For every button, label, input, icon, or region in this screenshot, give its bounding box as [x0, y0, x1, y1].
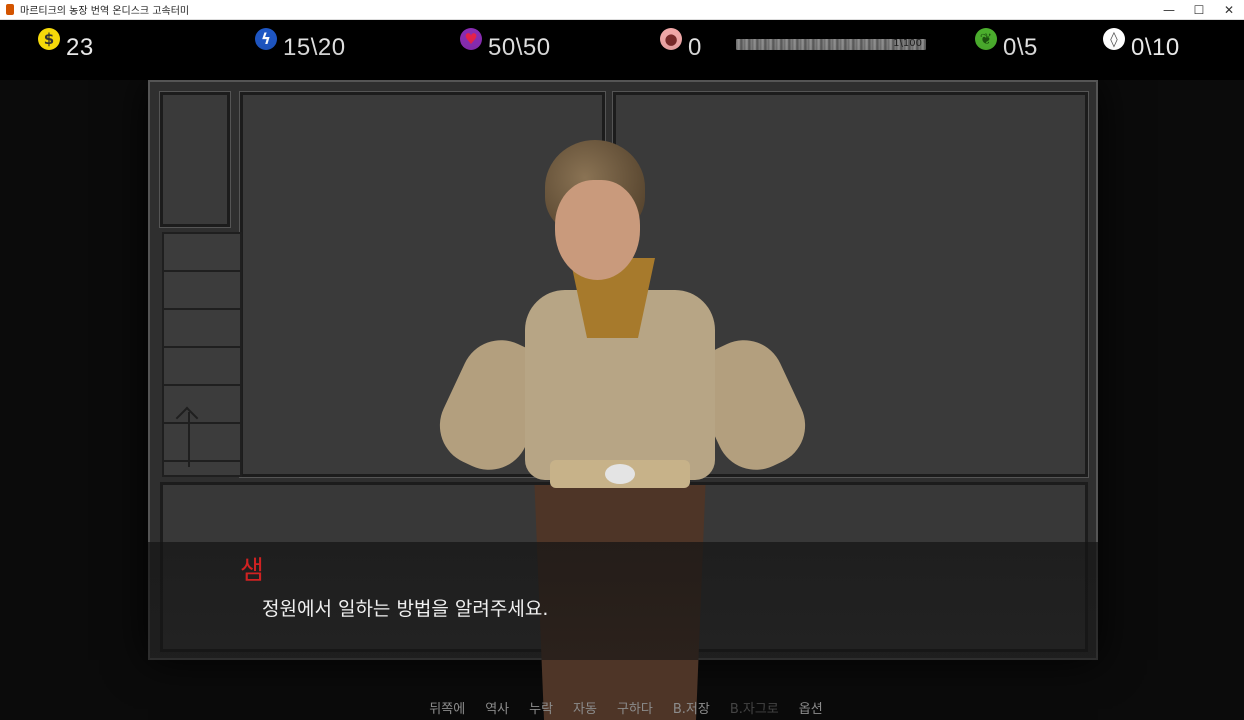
window-controls: — ☐ ✕ [1154, 0, 1244, 20]
seeds-stat: ❦ 0\5 [975, 28, 1038, 62]
xp-text: 1\100 [893, 38, 922, 49]
quick-load-button[interactable]: B.자그로 [730, 698, 779, 720]
minimize-button[interactable]: — [1154, 0, 1184, 20]
dialogue-text: 정원에서 일하는 방법을 알려주세요. [262, 598, 549, 620]
window-title: 마르티크의 농장 번역 온디스크 고속터미 [20, 6, 190, 17]
health-stat: ♥ 50\50 [460, 28, 551, 62]
options-button[interactable]: 옵션 [799, 698, 823, 720]
speaker-name: 샘 [240, 556, 264, 586]
lust-value: 0 [688, 34, 702, 61]
water-stat: ◊ 0\10 [1103, 28, 1180, 62]
health-value: 50\50 [488, 34, 551, 61]
window-titlebar: 마르티크의 농장 번역 온디스크 고속터미 — ☐ ✕ [0, 0, 1244, 20]
skip-button[interactable]: 누락 [529, 698, 553, 720]
staircase [162, 232, 242, 477]
room-small [159, 91, 231, 228]
quick-save-button[interactable]: B.저장 [673, 698, 710, 720]
app-icon [6, 4, 14, 15]
quick-menu: 뒤쪽에 역사 누락 자동 구하다 B.저장 B.자그로 옵션 [0, 698, 1244, 720]
seeds-value: 0\5 [1003, 34, 1038, 61]
save-button[interactable]: 구하다 [617, 698, 653, 720]
character-belt [550, 460, 690, 488]
game-viewport[interactable]: $ 23 ϟ 15\20 ♥ 50\50 ● 0 1\100 ❦ 0\5 ◊ 0… [0, 20, 1244, 720]
maximize-button[interactable]: ☐ [1184, 0, 1214, 20]
heart-icon: ♥ [460, 28, 482, 50]
belt-buckle [605, 464, 635, 484]
sprout-icon: ❦ [975, 28, 997, 50]
hud-bar: $ 23 ϟ 15\20 ♥ 50\50 ● 0 1\100 ❦ 0\5 ◊ 0… [0, 20, 1244, 80]
xp-progress-bar: 1\100 [736, 38, 926, 50]
water-drop-icon: ◊ [1103, 28, 1125, 50]
dollar-icon: $ [38, 28, 60, 50]
water-value: 0\10 [1131, 34, 1180, 61]
up-arrow-icon [188, 412, 190, 467]
fertility-icon: ● [660, 28, 682, 50]
close-button[interactable]: ✕ [1214, 0, 1244, 20]
character-face [555, 180, 640, 280]
auto-button[interactable]: 자동 [573, 698, 597, 720]
money-value: 23 [66, 34, 94, 61]
energy-value: 15\20 [283, 34, 346, 61]
history-button[interactable]: 역사 [485, 698, 509, 720]
lightning-icon: ϟ [255, 28, 277, 50]
back-button[interactable]: 뒤쪽에 [429, 698, 465, 720]
energy-stat: ϟ 15\20 [255, 28, 346, 62]
lust-stat: ● 0 [660, 28, 702, 62]
money-stat: $ 23 [38, 28, 94, 62]
